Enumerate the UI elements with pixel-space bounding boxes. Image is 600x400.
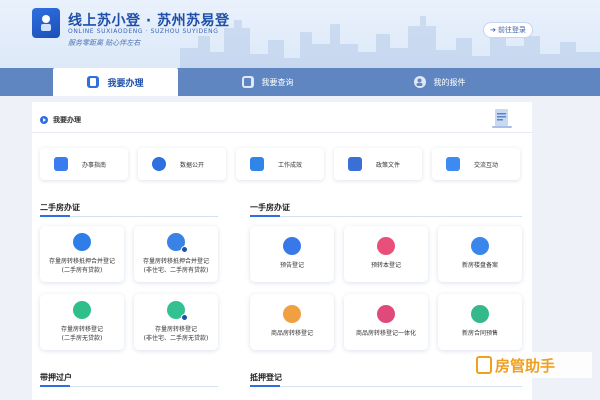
- service-card[interactable]: 存量房转移抵押合并登记 (非住宅、二手房有贷款): [134, 226, 218, 282]
- notepad-icon: [492, 109, 512, 128]
- service-card[interactable]: 存量房转移抵押合并登记 (二手房有贷款): [40, 226, 124, 282]
- login-button[interactable]: ➔ 前往登录: [483, 22, 533, 38]
- breadcrumb-label: 我要办理: [53, 116, 81, 124]
- site-slogan: 服务零距离 贴心伴左右: [68, 39, 141, 47]
- bank-badge-icon: [181, 314, 188, 322]
- document-icon: [348, 157, 362, 171]
- house-refresh-icon: [73, 301, 91, 320]
- section-title-mortgage-transfer: 带押过户: [40, 373, 72, 382]
- breadcrumb: 我要办理: [40, 115, 81, 125]
- trophy-icon: [250, 157, 264, 171]
- quick-link-label: 工作成效: [278, 161, 303, 169]
- transfer-icon: [377, 237, 395, 256]
- house-refresh-icon: [167, 301, 188, 322]
- site-title: 线上苏小登 · 苏州苏易登: [68, 13, 230, 29]
- divider: [32, 132, 532, 133]
- quick-link-label: 办事指南: [82, 161, 107, 169]
- play-icon: [40, 116, 48, 124]
- service-card[interactable]: 存量房转移登记 (二手房无贷款): [40, 294, 124, 350]
- tab-label: 我要办理: [107, 78, 144, 89]
- quick-link-guide[interactable]: 办事指南: [40, 148, 128, 180]
- card-label: 预告登记: [279, 262, 304, 270]
- quick-link-data[interactable]: 数据公开: [138, 148, 226, 180]
- card-label: 存量房转移登记: [60, 326, 103, 334]
- bell-icon: [283, 237, 301, 256]
- card-label: 商品房转移登记: [270, 330, 313, 338]
- section-underline: [250, 385, 522, 387]
- quick-link-label: 交流互动: [474, 161, 499, 169]
- service-card[interactable]: 新房楼盘备案: [438, 226, 522, 282]
- quick-link-policy[interactable]: 政策文件: [334, 148, 422, 180]
- card-label: 新房楼盘备案: [461, 262, 498, 270]
- tab-label: 我的报件: [433, 77, 466, 87]
- card-note: (非住宅、二手房有贷款): [143, 266, 209, 274]
- quick-link-chat[interactable]: 交流互动: [432, 148, 520, 180]
- main-panel: 我要办理 办事指南 数据公开 工作成效 政策文件 交流互动 二手房办证 存量房转…: [32, 102, 532, 400]
- app-logo: [32, 8, 60, 38]
- tab-label: 我要查询: [261, 77, 294, 87]
- service-card[interactable]: 存量房转移登记 (非住宅、二手房无贷款): [134, 294, 218, 350]
- card-note: (非住宅、二手房无贷款): [143, 334, 209, 342]
- main-nav: 我要办理 我要查询 我的报件: [0, 68, 600, 96]
- login-label: 前往登录: [497, 26, 526, 34]
- card-label: 存量房转移登记: [154, 326, 197, 334]
- city-skyline-icon: [180, 16, 600, 68]
- chat-icon: [446, 157, 460, 171]
- building-icon: [471, 237, 489, 256]
- certificate-icon: [283, 305, 301, 324]
- section-underline: [40, 215, 218, 217]
- section-underline: [250, 215, 522, 217]
- quick-link-label: 政策文件: [376, 161, 401, 169]
- search-doc-icon: [241, 76, 254, 88]
- service-card[interactable]: 新房合同预售: [438, 294, 522, 350]
- service-card[interactable]: 商品房转移登记一体化: [344, 294, 428, 350]
- card-label: 存量房转移抵押合并登记: [142, 258, 209, 266]
- site-subtitle: ONLINE SUXIAODENG · SUZHOU SUYIDENG: [68, 28, 219, 35]
- card-label: 新房合同预售: [461, 330, 498, 338]
- tab-my-filings[interactable]: 我的报件: [377, 68, 502, 96]
- mascot-icon: [41, 15, 51, 31]
- tab-handle[interactable]: 我要办理: [53, 68, 178, 96]
- service-card[interactable]: 商品房转移登记: [250, 294, 334, 350]
- bank-badge-icon: [181, 246, 188, 254]
- card-label: 存量房转移抵押合并登记: [48, 258, 115, 266]
- watermark: 房管助手: [474, 352, 592, 378]
- section-title-second-hand: 二手房办证: [40, 203, 80, 212]
- card-note: (二手房有贷款): [61, 266, 103, 274]
- quick-link-label: 数据公开: [180, 161, 205, 169]
- site-header: 线上苏小登 · 苏州苏易登 ONLINE SUXIAODENG · SUZHOU…: [0, 0, 600, 68]
- card-label: 预转本登记: [370, 262, 401, 270]
- tab-query[interactable]: 我要查询: [205, 68, 330, 96]
- arrow-right-icon: ➔: [490, 26, 496, 34]
- handle-icon: [87, 76, 100, 88]
- house-helper-icon: [476, 356, 492, 374]
- pie-chart-icon: [152, 157, 166, 171]
- section-title-mortgage-registration: 抵押登记: [250, 373, 282, 382]
- contract-icon: [471, 305, 489, 324]
- guide-icon: [54, 157, 68, 171]
- section-title-first-hand: 一手房办证: [250, 203, 290, 212]
- house-arrow-icon: [73, 233, 91, 252]
- watermark-text: 房管助手: [495, 356, 556, 375]
- card-label: 商品房转移登记一体化: [355, 330, 416, 338]
- quick-link-results[interactable]: 工作成效: [236, 148, 324, 180]
- integration-icon: [377, 305, 395, 324]
- house-arrow-icon: [167, 233, 188, 254]
- user-icon: [413, 76, 426, 88]
- card-note: (二手房无贷款): [61, 334, 103, 342]
- section-underline: [40, 385, 218, 387]
- service-card[interactable]: 预转本登记: [344, 226, 428, 282]
- service-card[interactable]: 预告登记: [250, 226, 334, 282]
